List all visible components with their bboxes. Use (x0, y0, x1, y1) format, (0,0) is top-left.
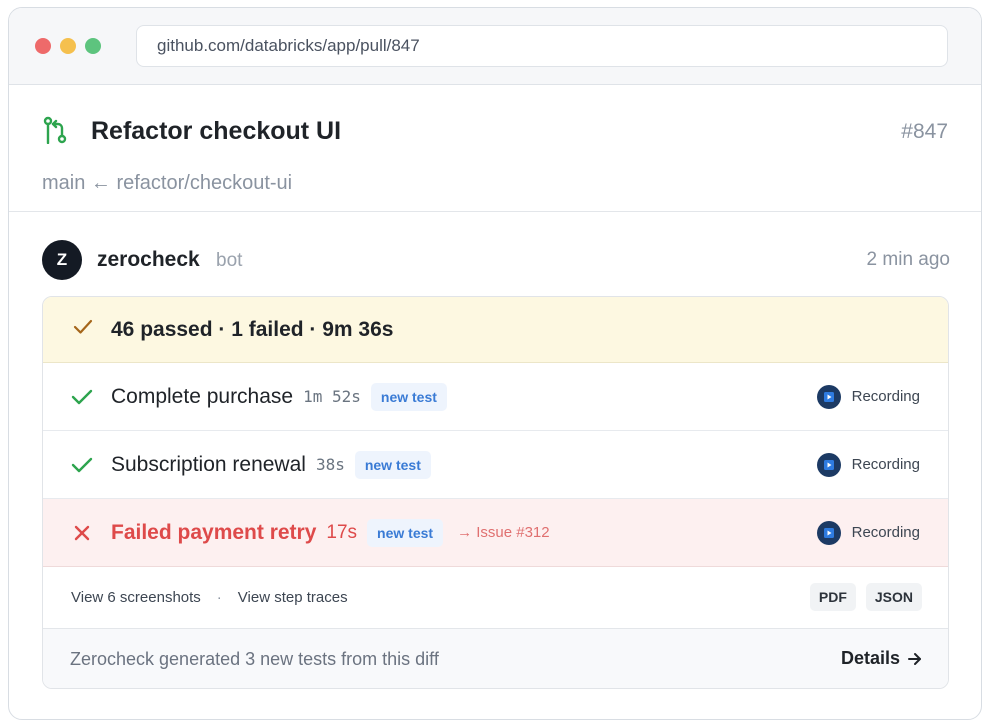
recording-label: Recording (851, 524, 920, 541)
play-icon (816, 452, 841, 477)
test-name: Subscription renewal (111, 452, 306, 476)
link-separator: · (216, 589, 222, 606)
new-test-tag: new test (370, 382, 447, 411)
details-link[interactable]: Details (841, 648, 922, 669)
test-duration: 38s (315, 455, 345, 474)
test-name: Failed payment retry (111, 520, 317, 544)
play-icon (816, 384, 841, 409)
address-bar[interactable]: github.com/databricks/app/pull/847 (136, 25, 948, 67)
recording-link[interactable]: Recording (816, 384, 920, 409)
comment-author-row: Z zerocheck bot 2 min ago (9, 219, 981, 289)
comment-timestamp[interactable]: 2 min ago (867, 249, 950, 271)
pdf-export-button[interactable]: PDF (809, 583, 856, 611)
author-name[interactable]: zerocheck (97, 248, 200, 272)
details-label: Details (840, 648, 900, 668)
git-pull-request-icon (42, 116, 68, 149)
recording-link[interactable]: Recording (816, 520, 920, 545)
check-icon (73, 319, 93, 340)
artifact-links-row: View 6 screenshots · View step traces PD… (43, 567, 948, 629)
close-window-button[interactable] (35, 38, 51, 54)
view-screenshots-link[interactable]: View 6 screenshots (71, 589, 201, 606)
pr-number: #847 (901, 120, 948, 143)
export-buttons: PDF JSON (809, 583, 922, 611)
browser-window: github.com/databricks/app/pull/847 Refac… (8, 7, 982, 720)
arrow-right-icon (907, 652, 922, 666)
minimize-window-button[interactable] (60, 38, 76, 54)
test-results-card: 46 passed · 1 failed · 9m 36s Complete p… (42, 296, 949, 689)
recording-label: Recording (851, 388, 920, 405)
avatar-letter: Z (56, 250, 68, 269)
url-text: github.com/databricks/app/pull/847 (157, 36, 420, 55)
test-name: Complete purchase (111, 384, 294, 408)
recording-link[interactable]: Recording (816, 452, 920, 477)
test-row-failed[interactable]: Failed payment retry 17s new test → Issu… (43, 499, 948, 567)
test-row[interactable]: Complete purchase 1m 52s new test Record… (43, 363, 948, 431)
maximize-window-button[interactable] (85, 38, 101, 54)
bot-badge: bot (216, 250, 243, 271)
test-duration: 1m 52s (303, 387, 361, 406)
browser-chrome: github.com/databricks/app/pull/847 (9, 8, 981, 85)
check-icon (71, 386, 93, 408)
test-summary: 46 passed · 1 failed · 9m 36s (43, 297, 948, 363)
card-footer: Zerocheck generated 3 new tests from thi… (43, 629, 948, 688)
pr-title: Refactor checkout UI (91, 117, 342, 145)
issue-link[interactable]: → Issue #312 (457, 524, 550, 541)
recording-label: Recording (851, 456, 920, 473)
x-icon (71, 522, 93, 544)
new-test-tag: new test (354, 450, 431, 479)
view-step-traces-link[interactable]: View step traces (238, 589, 348, 606)
play-icon (816, 520, 841, 545)
avatar[interactable]: Z (42, 240, 82, 280)
pr-branch: main ← refactor/checkout-ui (42, 172, 293, 194)
footer-text: Zerocheck generated 3 new tests from thi… (70, 648, 439, 669)
check-icon (71, 454, 93, 476)
test-row[interactable]: Subscription renewal 38s new test Record… (43, 431, 948, 499)
summary-text: 46 passed · 1 failed · 9m 36s (111, 317, 394, 341)
json-export-button[interactable]: JSON (865, 583, 922, 611)
new-test-tag: new test (367, 518, 444, 547)
test-duration: 17s (326, 521, 358, 543)
